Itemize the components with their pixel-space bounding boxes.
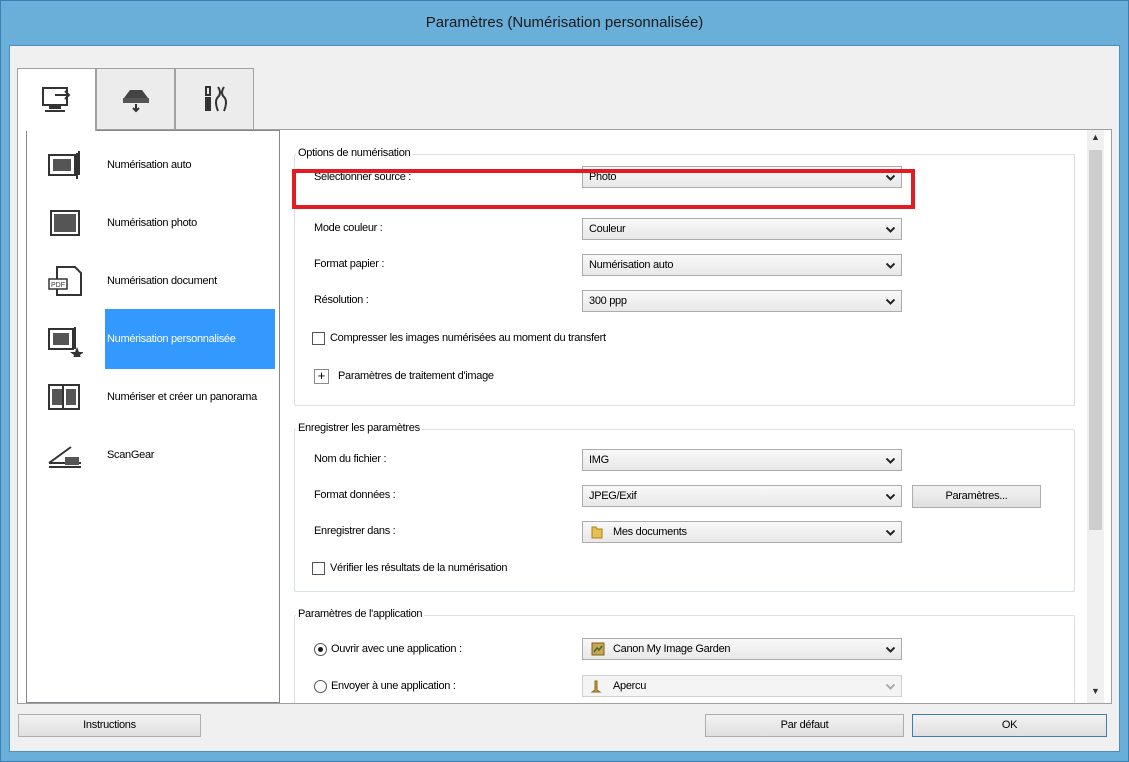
- paper-size-value: Numérisation auto: [589, 259, 674, 271]
- scroll-thumb[interactable]: [1089, 150, 1102, 530]
- sidebar-item-document-scan[interactable]: PDF Numérisation document: [27, 252, 279, 310]
- filename-combo[interactable]: IMG: [582, 449, 902, 471]
- tab-scan-from-panel[interactable]: [96, 68, 175, 129]
- resolution-select[interactable]: 300 ppp: [582, 290, 902, 312]
- preview-app-icon: [591, 680, 602, 693]
- open-with-app-label: Ouvrir avec une application :: [331, 643, 462, 655]
- sidebar-item-stitch[interactable]: Numériser et créer un panorama: [27, 368, 279, 426]
- scroll-up-icon[interactable]: ▲: [1091, 132, 1100, 142]
- folder-icon: [591, 526, 603, 539]
- send-to-app-radio[interactable]: [314, 680, 327, 693]
- sidebar-item-auto-scan[interactable]: Numérisation auto: [27, 136, 279, 194]
- verify-results-checkbox[interactable]: [312, 562, 325, 575]
- sidebar-item-photo-scan[interactable]: Numérisation photo: [27, 194, 279, 252]
- scan-mode-list: Numérisation auto Numérisation photo PDF: [26, 130, 280, 703]
- sidebar-item-custom-scan[interactable]: Numérisation personnalisée: [27, 309, 279, 369]
- format-settings-button[interactable]: Paramètres...: [912, 485, 1041, 508]
- data-format-select[interactable]: JPEG/Exif: [582, 485, 902, 507]
- data-format-value: JPEG/Exif: [589, 490, 637, 502]
- color-mode-value: Couleur: [589, 223, 626, 235]
- open-app-value: Canon My Image Garden: [613, 643, 731, 655]
- tab-general-settings[interactable]: [175, 68, 254, 129]
- save-settings-title: Enregistrer les paramètres: [296, 422, 422, 434]
- sidebar-item-label: ScanGear: [107, 448, 155, 461]
- filename-label: Nom du fichier :: [314, 453, 387, 465]
- scangear-icon: [48, 446, 81, 468]
- source-value: Photo: [589, 171, 617, 183]
- chevron-down-icon: [886, 175, 895, 181]
- chevron-down-icon: [886, 299, 895, 305]
- send-app-value: Apercu: [613, 680, 647, 692]
- resolution-label: Résolution :: [314, 294, 369, 306]
- photo-scan-icon: [50, 210, 80, 236]
- paper-size-label: Format papier :: [314, 258, 385, 270]
- image-garden-icon: [591, 642, 605, 656]
- compress-checkbox[interactable]: [312, 332, 325, 345]
- settings-scrollbar[interactable]: ▲ ▼: [1087, 130, 1104, 703]
- sidebar-item-label: Numérisation personnalisée: [105, 309, 275, 369]
- color-mode-select[interactable]: Couleur: [582, 218, 902, 240]
- color-mode-label: Mode couleur :: [314, 222, 383, 234]
- resolution-value: 300 ppp: [589, 295, 627, 307]
- open-app-select[interactable]: Canon My Image Garden: [582, 638, 902, 660]
- scan-from-computer-icon: [41, 87, 70, 112]
- image-processing-label: Paramètres de traitement d'image: [338, 370, 494, 382]
- ok-button[interactable]: OK: [912, 714, 1107, 737]
- scan-options-title: Options de numérisation: [296, 147, 413, 159]
- expand-image-processing-button[interactable]: +: [314, 369, 329, 384]
- data-format-label: Format données :: [314, 489, 396, 501]
- chevron-down-icon: [886, 684, 895, 690]
- chevron-down-icon: [886, 647, 895, 653]
- source-label: Sélectionner source :: [314, 171, 412, 183]
- window-title: Paramètres (Numérisation personnalisée): [425, 14, 704, 31]
- dialog-client-area: Numérisation auto Numérisation photo PDF: [9, 45, 1120, 752]
- send-app-select[interactable]: Apercu: [582, 675, 902, 697]
- sidebar-item-label: Numériser et créer un panorama: [107, 390, 257, 403]
- sidebar-item-label: Numérisation photo: [107, 216, 197, 229]
- app-settings-title: Paramètres de l'application: [296, 608, 425, 620]
- sidebar-item-scangear[interactable]: ScanGear: [27, 426, 279, 484]
- chevron-down-icon: [886, 458, 895, 464]
- scan-options-group: [294, 154, 1075, 406]
- chevron-down-icon: [886, 494, 895, 500]
- settings-window: Paramètres (Numérisation personnalisée): [0, 0, 1129, 762]
- default-button[interactable]: Par défaut: [705, 714, 904, 737]
- chevron-down-icon: [886, 530, 895, 536]
- svg-text:PDF: PDF: [51, 282, 65, 289]
- chevron-down-icon: [886, 263, 895, 269]
- document-scan-icon: PDF: [48, 266, 82, 296]
- save-in-value: Mes documents: [613, 526, 687, 538]
- sidebar-item-label: Numérisation document: [107, 274, 217, 287]
- instructions-button[interactable]: Instructions: [18, 714, 201, 737]
- send-to-app-label: Envoyer à une application :: [331, 680, 456, 692]
- source-select[interactable]: Photo: [582, 166, 902, 188]
- settings-pane: Options de numérisation Sélectionner sou…: [280, 130, 1111, 703]
- tab-scan-from-computer[interactable]: [17, 68, 96, 131]
- stitch-icon: [48, 384, 80, 410]
- sidebar-item-label: Numérisation auto: [107, 158, 192, 171]
- scan-from-operation-panel-icon: [122, 90, 149, 113]
- verify-results-label: Vérifier les résultats de la numérisatio…: [330, 562, 508, 574]
- general-settings-icon: [204, 86, 227, 112]
- auto-scan-icon: [48, 151, 80, 179]
- save-in-select[interactable]: Mes documents: [582, 521, 902, 543]
- open-with-app-radio[interactable]: [314, 643, 327, 656]
- scroll-down-icon[interactable]: ▼: [1091, 686, 1100, 696]
- filename-value: IMG: [589, 454, 609, 466]
- custom-scan-icon: [48, 327, 83, 357]
- chevron-down-icon: [886, 227, 895, 233]
- save-in-label: Enregistrer dans :: [314, 525, 396, 537]
- compress-label: Compresser les images numérisées au mome…: [330, 332, 606, 344]
- tab-panel: Numérisation auto Numérisation photo PDF: [17, 129, 1112, 704]
- paper-size-select[interactable]: Numérisation auto: [582, 254, 902, 276]
